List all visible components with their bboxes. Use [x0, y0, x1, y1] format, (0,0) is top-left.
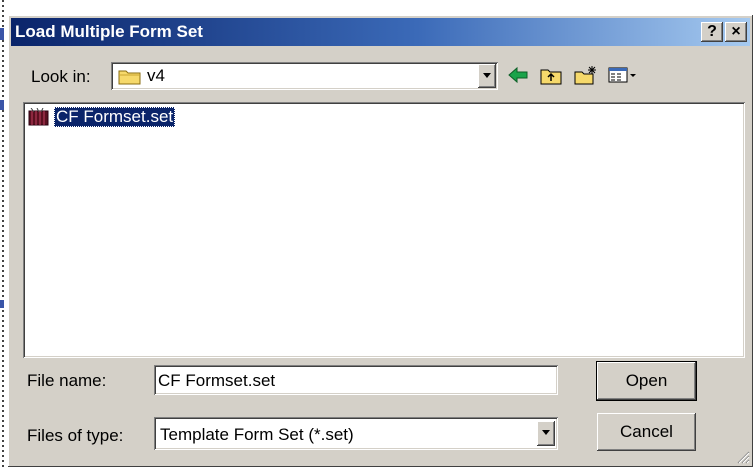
file-list[interactable]: CF Formset.set [23, 102, 745, 358]
look-in-combobox[interactable]: v4 [111, 62, 498, 90]
file-type-label: Files of type: [27, 426, 124, 445]
file-type-combobox[interactable]: Template Form Set (*.set) [154, 417, 558, 450]
help-button[interactable]: ? [701, 22, 723, 42]
up-folder-icon[interactable] [540, 65, 562, 85]
edge-marker [0, 300, 4, 308]
file-name-label: File name: [27, 371, 107, 390]
file-name-input[interactable]: CF Formset.set [154, 365, 558, 395]
view-menu-icon[interactable] [608, 65, 638, 85]
background-window-edge [0, 0, 8, 469]
folder-icon [118, 70, 141, 85]
load-form-set-dialog: Load Multiple Form Set ? × Look in: v4 C… [8, 15, 753, 467]
resize-grip-icon[interactable] [736, 450, 750, 464]
close-icon: × [731, 23, 741, 40]
title-bar[interactable]: Load Multiple Form Set ? × [11, 18, 750, 46]
cancel-button[interactable]: Cancel [597, 413, 696, 451]
edge-marker [0, 100, 4, 110]
dotted-border [2, 0, 4, 469]
back-arrow-icon[interactable] [507, 65, 529, 85]
help-icon: ? [707, 23, 717, 40]
edge-marker [0, 28, 4, 40]
window-title: Load Multiple Form Set [15, 22, 203, 41]
look-in-dropdown-button[interactable] [478, 64, 496, 88]
open-button[interactable]: Open [597, 362, 696, 400]
file-name-value: CF Formset.set [158, 371, 276, 390]
file-type-dropdown-button[interactable] [537, 421, 555, 446]
close-button[interactable]: × [725, 22, 747, 42]
look-in-value: v4 [147, 66, 165, 85]
new-folder-icon[interactable] [574, 65, 598, 85]
formset-file-icon [28, 108, 49, 126]
look-in-label: Look in: [31, 67, 91, 86]
file-name: CF Formset.set [54, 107, 176, 127]
file-type-value: Template Form Set (*.set) [160, 425, 354, 444]
